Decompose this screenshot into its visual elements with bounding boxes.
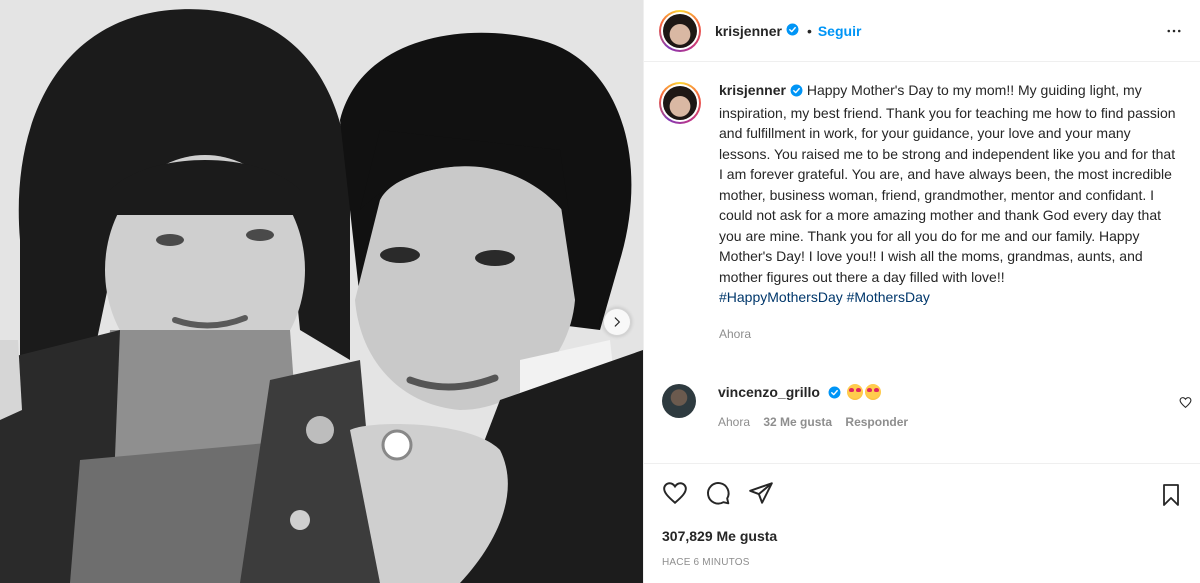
post-timestamp: HACE 6 MINUTOS bbox=[662, 557, 750, 568]
share-icon[interactable] bbox=[748, 480, 774, 506]
caption-text: Happy Mother's Day to my mom!! My guidin… bbox=[719, 82, 1176, 285]
caption: krisjenner Happy Mother's Day to my mom!… bbox=[659, 80, 1189, 344]
author-username[interactable]: krisjenner bbox=[715, 23, 782, 39]
star-struck-emoji bbox=[846, 384, 863, 400]
caption-time: Ahora bbox=[719, 326, 752, 341]
reply-button[interactable]: Responder bbox=[845, 415, 908, 429]
post-header: krisjenner • Seguir bbox=[644, 0, 1200, 62]
commenter-username[interactable]: vincenzo_grillo bbox=[718, 384, 820, 400]
commenter-avatar[interactable] bbox=[662, 384, 696, 418]
caption-author-avatar[interactable] bbox=[659, 82, 701, 124]
photo-illustration bbox=[0, 0, 643, 583]
caption-username[interactable]: krisjenner bbox=[719, 82, 786, 98]
separator-dot: • bbox=[806, 22, 812, 39]
post-photo[interactable] bbox=[0, 0, 643, 583]
post-likes-count[interactable]: 307,829 Me gusta bbox=[662, 528, 777, 544]
comment-icon[interactable] bbox=[705, 480, 731, 506]
comment-like-icon[interactable] bbox=[1179, 396, 1192, 412]
caption-body: krisjenner Happy Mother's Day to my mom!… bbox=[719, 80, 1177, 344]
post-actions bbox=[644, 463, 1200, 521]
follow-button[interactable]: Seguir bbox=[818, 23, 862, 39]
verified-badge-icon bbox=[790, 82, 803, 103]
chevron-right-icon bbox=[614, 317, 621, 327]
comment-time: Ahora bbox=[718, 415, 751, 429]
star-struck-emoji bbox=[864, 384, 881, 400]
comment-meta: Ahora 32 Me gusta Responder bbox=[718, 415, 918, 429]
comment-item: vincenzo_grillo Ahora 32 Me gusta Respon… bbox=[662, 384, 1192, 429]
more-options-icon[interactable] bbox=[1165, 22, 1183, 43]
author-avatar[interactable] bbox=[659, 9, 701, 52]
next-photo-button[interactable] bbox=[603, 308, 631, 336]
caption-hashtags[interactable]: #HappyMothersDay #MothersDay bbox=[719, 289, 930, 305]
post-sidebar: krisjenner • Seguir krisjenner Happy Mot… bbox=[643, 0, 1200, 583]
comment-body: vincenzo_grillo Ahora 32 Me gusta Respon… bbox=[718, 384, 918, 429]
verified-badge-icon bbox=[786, 23, 799, 39]
heart-icon[interactable] bbox=[662, 480, 688, 506]
comment-likes[interactable]: 32 Me gusta bbox=[763, 415, 832, 429]
verified-badge-icon bbox=[828, 386, 841, 402]
bookmark-icon[interactable] bbox=[1159, 483, 1183, 510]
